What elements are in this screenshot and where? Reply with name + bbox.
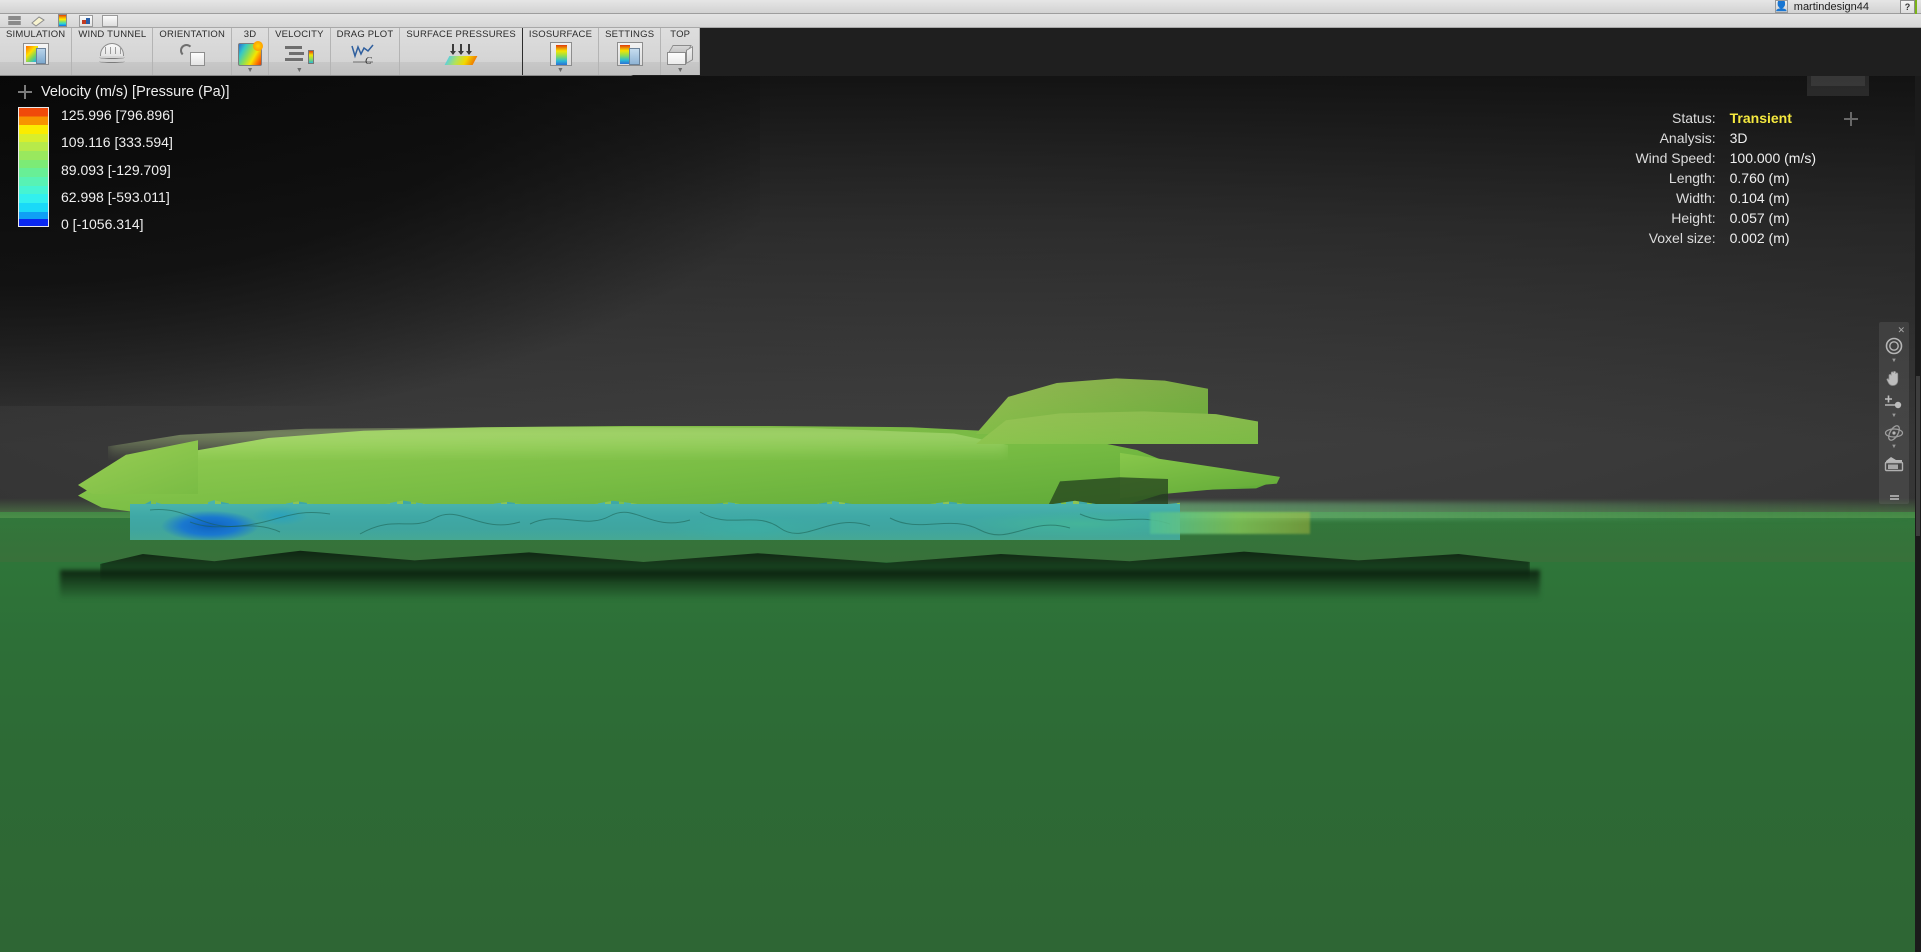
ribbon-empty-area: [633, 28, 1921, 76]
info-value-height: 0.057 (m): [1729, 210, 1790, 226]
ribbon-group-wind-tunnel[interactable]: WIND TUNNEL ▼: [72, 28, 154, 75]
wind-tunnel-icon[interactable]: [97, 41, 127, 67]
isosurface-icon[interactable]: [549, 41, 572, 67]
zoom-slider-icon[interactable]: [1882, 391, 1906, 413]
color-legend[interactable]: Velocity (m/s) [Pressure (Pa)] 125.996 […: [18, 84, 230, 231]
stern-transition-strip: [1150, 512, 1310, 534]
info-value-voxel-size: 0.002 (m): [1729, 230, 1790, 246]
ribbon-group-3d[interactable]: 3D ▼: [232, 28, 270, 75]
ribbon-caret-3d[interactable]: ▼: [247, 67, 254, 75]
simulation-viewport[interactable]: Velocity (m/s) [Pressure (Pa)] 125.996 […: [0, 76, 1921, 952]
chevron-down-icon-orbit[interactable]: ▼: [1891, 444, 1897, 451]
view-orientation-button[interactable]: RIGHT: [1807, 76, 1869, 96]
top-view-icon[interactable]: [667, 41, 694, 67]
settings-icon[interactable]: [616, 41, 643, 67]
info-key-analysis: Analysis:: [1659, 130, 1716, 146]
ribbon-group-drag-plot[interactable]: DRAG PLOT C ▼: [330, 28, 401, 75]
ribbon-group-surface-pressures[interactable]: SURFACE PRESSURES ▼: [400, 28, 523, 75]
color-scale-icon[interactable]: [54, 14, 70, 27]
wetted-surface-contours: [130, 504, 1180, 540]
orbit-rotate-icon[interactable]: [1882, 422, 1906, 444]
ribbon-label-wind-tunnel: WIND TUNNEL: [78, 29, 147, 40]
ribbon-label-isosurface: ISOSURFACE: [528, 29, 593, 40]
ribbon-group-velocity[interactable]: VELOCITY ▼: [269, 28, 331, 75]
contour-lines: [149, 509, 1171, 536]
account-username: martindesign44: [1793, 0, 1869, 13]
account-bar: 👤 martindesign44 ?: [0, 0, 1921, 14]
legend-body: 125.996 [796.896] 109.116 [333.594] 89.0…: [18, 107, 230, 231]
surface-pressures-icon[interactable]: [444, 41, 478, 67]
info-value-length: 0.760 (m): [1729, 170, 1790, 186]
ribbon-label-velocity: VELOCITY: [275, 29, 324, 40]
move-handle-icon[interactable]: [1844, 112, 1858, 126]
ribbon-label-3d: 3D: [243, 29, 257, 40]
user-avatar-icon: 👤: [1774, 0, 1788, 13]
quick-access-toolbar: [0, 14, 1921, 28]
info-value-analysis: 3D: [1729, 130, 1748, 146]
account-user[interactable]: 👤 martindesign44: [1774, 0, 1869, 14]
ribbon-label-surface-pressures: SURFACE PRESSURES: [406, 29, 516, 40]
ribbon-label-simulation: SIMULATION: [6, 29, 66, 40]
legend-label-min: 0 [-1056.314]: [61, 216, 144, 232]
camera-view-icon[interactable]: [1882, 453, 1906, 475]
close-icon[interactable]: ✕: [1897, 326, 1905, 335]
info-key-status: Status:: [1672, 110, 1716, 126]
navigation-toolbar[interactable]: ✕ ▼ ▼ ▼: [1879, 322, 1909, 504]
simulation-info-panel[interactable]: Status: Transient Analysis: 3D Wind Spee…: [1635, 110, 1858, 246]
move-handle-icon[interactable]: [18, 85, 32, 99]
info-value-wind-speed: 100.000 (m/s): [1729, 150, 1816, 166]
menu-lines-icon[interactable]: [6, 15, 22, 27]
ribbon-group-simulation[interactable]: SIMULATION ▼: [0, 28, 73, 75]
app-window: 👤 martindesign44 ? SIMULATION WIND TUNNE…: [0, 0, 1921, 952]
info-key-wind-speed: Wind Speed:: [1635, 150, 1716, 166]
info-key-width: Width:: [1675, 190, 1716, 206]
report-icon[interactable]: [78, 14, 94, 27]
zoom-magnifier-icon[interactable]: [1882, 336, 1906, 358]
drag-plot-icon[interactable]: C: [351, 41, 379, 67]
view-orientation-label: RIGHT: [1810, 76, 1866, 86]
info-key-voxel-size: Voxel size:: [1648, 230, 1716, 246]
hull-specular-sheen: [108, 426, 1008, 460]
ribbon-label-orientation: ORIENTATION: [159, 29, 226, 40]
info-key-height: Height:: [1671, 210, 1716, 226]
ribbon-toolbar: SIMULATION ▼ WIND TUNNEL ▼ ORIENTATION ▼: [0, 28, 701, 76]
scrollbar-thumb[interactable]: [1916, 376, 1920, 536]
legend-header: Velocity (m/s) [Pressure (Pa)]: [18, 84, 230, 100]
orientation-icon[interactable]: [179, 41, 206, 67]
ribbon-group-settings[interactable]: SETTINGS ▼: [599, 28, 662, 75]
chevron-down-icon-zoom-slider[interactable]: ▼: [1891, 413, 1897, 420]
ribbon-group-orientation[interactable]: ORIENTATION ▼: [153, 28, 233, 75]
light-bulb-icon[interactable]: [30, 15, 46, 27]
pan-hand-icon[interactable]: [1882, 367, 1906, 389]
ribbon-group-top[interactable]: TOP ▼: [661, 28, 701, 75]
simulation-icon[interactable]: [22, 41, 49, 67]
velocity-icon[interactable]: [284, 41, 315, 67]
legend-label-max: 125.996 [796.896]: [61, 107, 174, 123]
help-button[interactable]: ?: [1900, 0, 1915, 14]
ribbon-label-drag-plot: DRAG PLOT: [336, 29, 394, 40]
ribbon-caret-top[interactable]: ▼: [677, 67, 684, 75]
legend-label-mid: 89.093 [-129.709]: [61, 161, 171, 178]
legend-label-low: 62.998 [-593.011]: [61, 188, 170, 205]
viewport-scrollbar[interactable]: [1915, 76, 1921, 952]
blank-sheet-icon[interactable]: [102, 14, 118, 27]
legend-title: Velocity (m/s) [Pressure (Pa)]: [41, 84, 230, 100]
ribbon-label-settings: SETTINGS: [605, 29, 655, 40]
info-key-length: Length:: [1668, 170, 1716, 186]
info-rows: Status: Transient Analysis: 3D Wind Spee…: [1635, 110, 1816, 246]
svg-text:C: C: [365, 56, 372, 66]
vehicle-geometry: [78, 342, 1280, 522]
ribbon-caret-velocity[interactable]: ▼: [296, 67, 303, 75]
info-value-width: 0.104 (m): [1729, 190, 1790, 206]
ribbon-caret-isosurface[interactable]: ▼: [557, 67, 564, 75]
legend-label-high: 109.116 [333.594]: [61, 134, 173, 151]
grip-icon[interactable]: [1889, 495, 1899, 501]
ribbon-label-top: TOP: [670, 29, 691, 40]
ribbon-group-isosurface[interactable]: ISOSURFACE ▼: [522, 28, 600, 75]
status-badge: Transient: [1729, 110, 1792, 126]
chevron-down-icon-zoom[interactable]: ▼: [1891, 358, 1897, 365]
legend-color-bar: [18, 107, 49, 227]
legend-tick-labels: 125.996 [796.896] 109.116 [333.594] 89.0…: [61, 107, 174, 231]
three-d-results-icon[interactable]: [238, 40, 264, 67]
